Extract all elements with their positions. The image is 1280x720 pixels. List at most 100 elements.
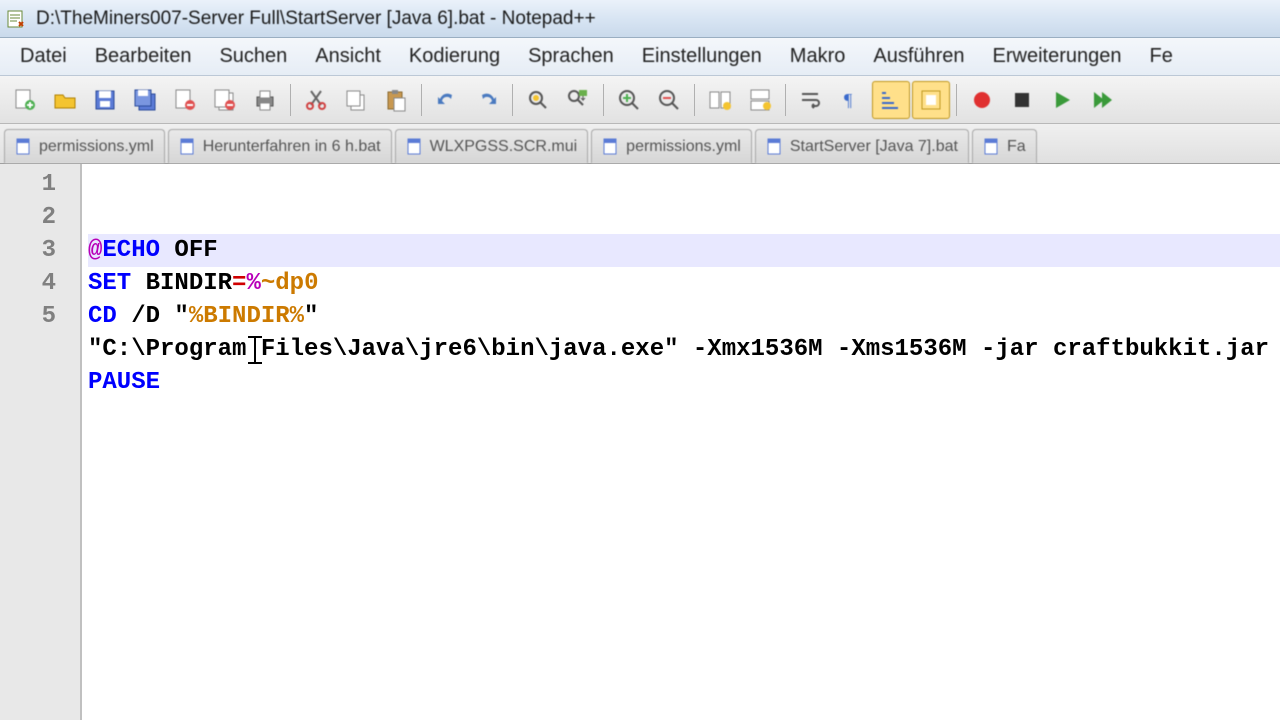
toolbar: ¶ [0, 76, 1280, 124]
find-button[interactable] [519, 81, 557, 119]
toolbar-separator [956, 84, 957, 116]
redo-icon [474, 87, 500, 113]
close-button[interactable] [166, 81, 204, 119]
toolbar-separator [603, 84, 604, 116]
menu-einstellungen[interactable]: Einstellungen [628, 39, 776, 74]
menu-fe[interactable]: Fe [1136, 39, 1187, 74]
stop-macro-button[interactable] [1003, 81, 1041, 119]
open-file-button[interactable] [46, 81, 84, 119]
menu-kodierung[interactable]: Kodierung [395, 39, 514, 74]
toolbar-separator [785, 84, 786, 116]
menu-ausführen[interactable]: Ausführen [859, 39, 978, 74]
zoom-in-icon [616, 87, 642, 113]
tab-label: WLXPGSS.SCR.mui [430, 138, 578, 156]
document-tab[interactable]: permissions.yml [591, 129, 752, 163]
play-multi-button[interactable] [1083, 81, 1121, 119]
indent-guide-icon [878, 87, 904, 113]
word-wrap-button[interactable] [792, 81, 830, 119]
undo-icon [434, 87, 460, 113]
svg-text:¶: ¶ [844, 90, 852, 110]
zoom-out-icon [656, 87, 682, 113]
line-number: 5 [0, 300, 80, 333]
code-line[interactable]: @ECHO OFF [88, 234, 1280, 267]
editor-area[interactable]: 12345 @ECHO OFFSET BINDIR=%~dp0CD /D "%B… [0, 164, 1280, 720]
toolbar-separator [694, 84, 695, 116]
tab-label: StartServer [Java 7].bat [790, 138, 958, 156]
print-icon [252, 87, 278, 113]
file-icon [15, 138, 33, 156]
menu-ansicht[interactable]: Ansicht [301, 39, 395, 74]
document-tab[interactable]: WLXPGSS.SCR.mui [395, 129, 589, 163]
menu-sprachen[interactable]: Sprachen [514, 39, 628, 74]
new-file-icon [12, 87, 38, 113]
cut-button[interactable] [297, 81, 335, 119]
code-line[interactable]: CD /D "%BINDIR%" [88, 300, 1280, 333]
print-button[interactable] [246, 81, 284, 119]
menu-suchen[interactable]: Suchen [205, 39, 301, 74]
file-icon [602, 138, 620, 156]
replace-button[interactable] [559, 81, 597, 119]
line-number-gutter: 12345 [0, 164, 82, 720]
replace-icon [565, 87, 591, 113]
paste-icon [383, 87, 409, 113]
toolbar-separator [421, 84, 422, 116]
new-file-button[interactable] [6, 81, 44, 119]
tab-label: Fa [1007, 138, 1026, 156]
code-line[interactable]: "C:\Program Files\Java\jre6\bin\java.exe… [88, 333, 1280, 366]
menu-bearbeiten[interactable]: Bearbeiten [81, 39, 206, 74]
show-chars-button[interactable]: ¶ [832, 81, 870, 119]
close-all-button[interactable] [206, 81, 244, 119]
copy-icon [343, 87, 369, 113]
code-line[interactable]: PAUSE [88, 366, 1280, 399]
tab-label: permissions.yml [39, 138, 154, 156]
menu-erweiterungen[interactable]: Erweiterungen [979, 39, 1136, 74]
stop-macro-icon [1009, 87, 1035, 113]
tab-label: Herunterfahren in 6 h.bat [203, 138, 381, 156]
document-tab[interactable]: Herunterfahren in 6 h.bat [168, 129, 392, 163]
document-tab[interactable]: permissions.yml [4, 129, 165, 163]
close-all-icon [212, 87, 238, 113]
line-number: 2 [0, 201, 80, 234]
zoom-in-button[interactable] [610, 81, 648, 119]
line-number: 1 [0, 168, 80, 201]
file-icon [766, 138, 784, 156]
sync-v-button[interactable] [701, 81, 739, 119]
app-icon [6, 9, 26, 29]
code-line[interactable]: SET BINDIR=%~dp0 [88, 267, 1280, 300]
play-macro-button[interactable] [1043, 81, 1081, 119]
document-tab[interactable]: Fa [972, 129, 1037, 163]
sync-v-icon [707, 87, 733, 113]
toolbar-separator [290, 84, 291, 116]
zoom-out-button[interactable] [650, 81, 688, 119]
play-macro-icon [1049, 87, 1075, 113]
tab-label: permissions.yml [626, 138, 741, 156]
toolbar-separator [512, 84, 513, 116]
undo-button[interactable] [428, 81, 466, 119]
cut-icon [303, 87, 329, 113]
redo-button[interactable] [468, 81, 506, 119]
file-icon [179, 138, 197, 156]
menu-makro[interactable]: Makro [776, 39, 860, 74]
line-number: 4 [0, 267, 80, 300]
copy-button[interactable] [337, 81, 375, 119]
menu-datei[interactable]: Datei [6, 39, 81, 74]
save-button[interactable] [86, 81, 124, 119]
document-tab[interactable]: StartServer [Java 7].bat [755, 129, 969, 163]
save-icon [92, 87, 118, 113]
indent-guide-button[interactable] [872, 81, 910, 119]
record-macro-icon [969, 87, 995, 113]
tab-bar: permissions.yml Herunterfahren in 6 h.bat… [0, 124, 1280, 164]
sync-h-icon [747, 87, 773, 113]
code-content[interactable]: @ECHO OFFSET BINDIR=%~dp0CD /D "%BINDIR%… [82, 164, 1280, 720]
save-all-button[interactable] [126, 81, 164, 119]
word-wrap-icon [798, 87, 824, 113]
record-macro-button[interactable] [963, 81, 1001, 119]
window-title: D:\TheMiners007-Server Full\StartServer … [36, 8, 596, 30]
text-cursor [254, 336, 256, 364]
show-chars-icon: ¶ [838, 87, 864, 113]
find-icon [525, 87, 551, 113]
ext1-button[interactable] [912, 81, 950, 119]
ext1-icon [918, 87, 944, 113]
sync-h-button[interactable] [741, 81, 779, 119]
paste-button[interactable] [377, 81, 415, 119]
